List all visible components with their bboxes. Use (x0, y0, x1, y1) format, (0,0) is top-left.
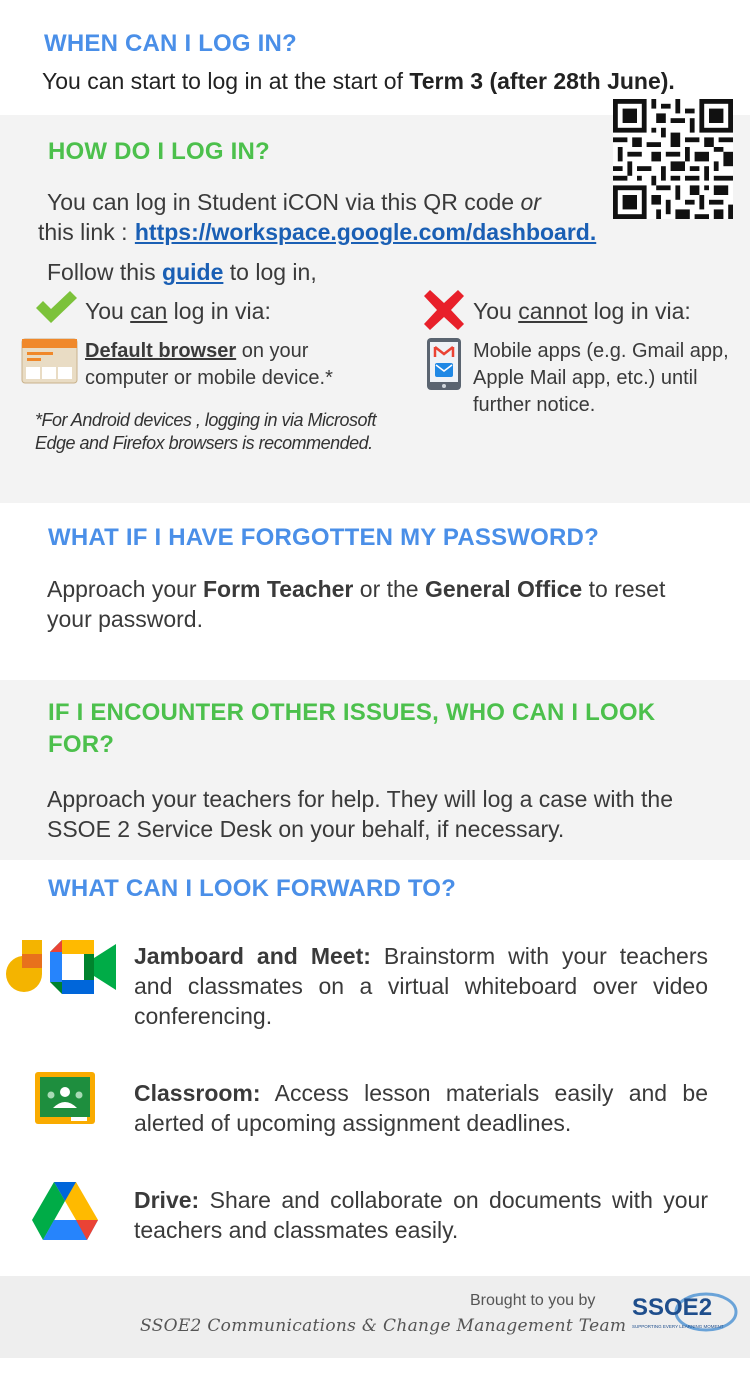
ssoe2-logo: SSOE2 SUPPORTING EVERY LEARNING MOMENT (626, 1288, 738, 1340)
issues-text: Approach your teachers for help. They wi… (47, 786, 674, 842)
forward-item-1: Jamboard and Meet: Brainstorm with your … (134, 943, 708, 1029)
ssoe2-logo-tagline: SUPPORTING EVERY LEARNING MOMENT (632, 1324, 724, 1329)
classroom-icon (35, 1072, 95, 1124)
can-item: Default browser on your computer or mobi… (85, 340, 333, 389)
forward-item-2: Classroom: Access lesson materials easil… (134, 1080, 708, 1136)
checkmark-icon (36, 291, 77, 323)
dashboard-link[interactable]: https://workspace.google.com/dashboard. (135, 219, 596, 245)
forgot-text: Approach your Form Teacher or the Genera… (47, 576, 666, 632)
how-line1: You can log in Student iCON via this QR … (38, 189, 597, 245)
how-follow: Follow this guide to log in, (47, 259, 317, 285)
forgot-heading: WHAT IF I HAVE FORGOTTEN MY PASSWORD? (48, 524, 599, 551)
issues-heading: IF I ENCOUNTER OTHER ISSUES, WHO CAN I L… (48, 699, 656, 758)
when-heading: WHEN CAN I LOG IN? (44, 30, 297, 57)
guide-link[interactable]: guide (162, 259, 223, 285)
when-text: You can start to log in at the start of … (42, 68, 675, 94)
footer-brought: Brought to you by (470, 1292, 596, 1309)
how-heading: HOW DO I LOG IN? (48, 138, 270, 165)
drive-icon (32, 1182, 98, 1240)
ssoe2-logo-text: SSOE2 (632, 1294, 713, 1321)
footnote: *For Android devices , logging in via Mi… (35, 410, 377, 453)
forward-item-3: Drive: Share and collaborate on document… (134, 1187, 708, 1243)
cross-icon (424, 290, 464, 330)
cannot-label: You cannot log in via: (473, 298, 691, 324)
jamboard-icon (6, 940, 42, 992)
cannot-item: Mobile apps (e.g. Gmail app, Apple Mail … (473, 340, 729, 416)
can-label: You can log in via: (85, 298, 271, 324)
meet-icon (50, 940, 116, 994)
footer-team: SSOE2 Communications & Change Management… (140, 1316, 627, 1336)
browser-icon (21, 338, 78, 384)
forward-heading: WHAT CAN I LOOK FORWARD TO? (48, 875, 457, 902)
mobile-mail-icon (427, 338, 461, 390)
